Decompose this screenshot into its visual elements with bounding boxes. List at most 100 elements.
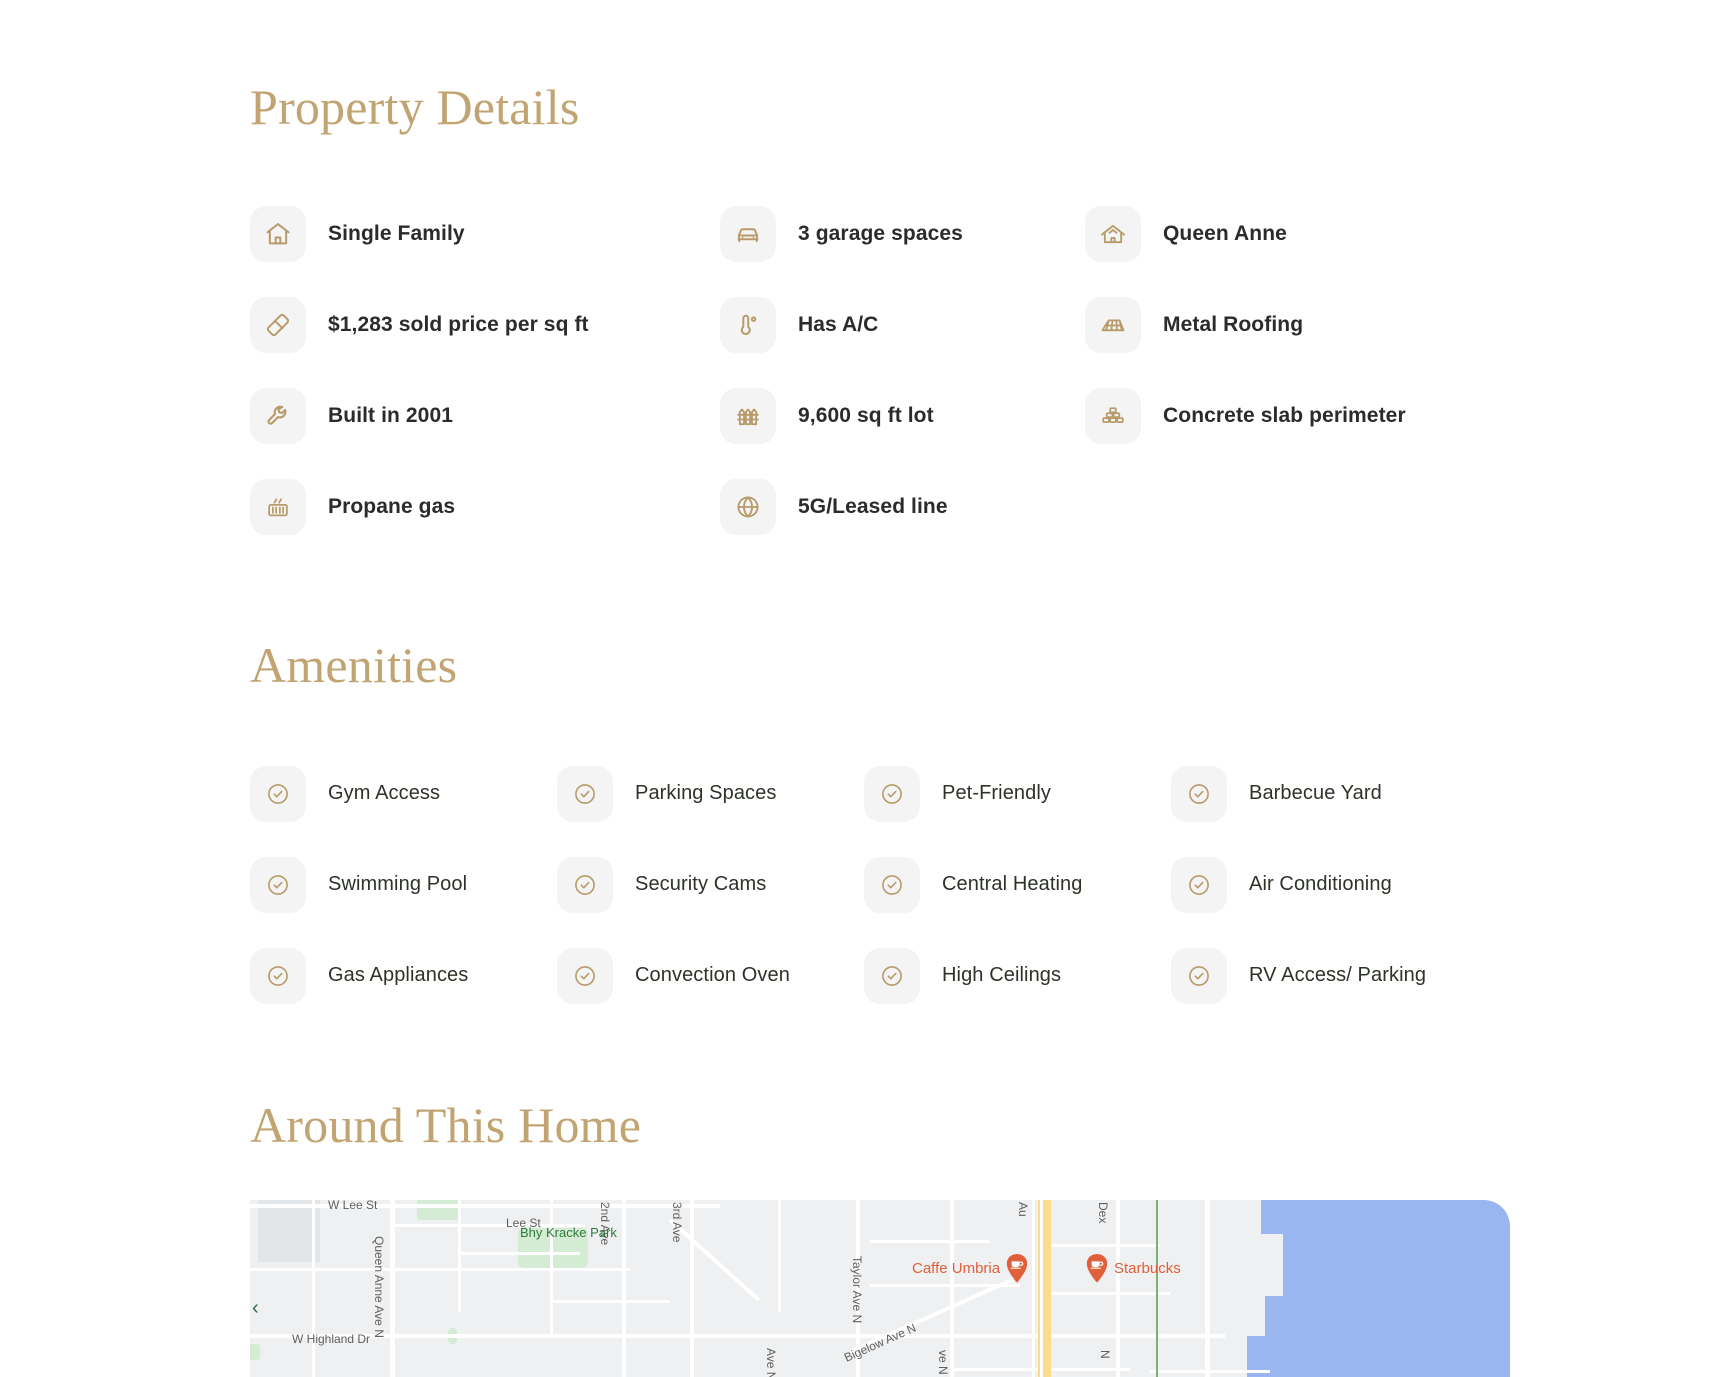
detail-item-foundation: Concrete slab perimeter bbox=[1085, 387, 1505, 444]
map-road bbox=[550, 1200, 553, 1334]
around-this-home-heading: Around This Home bbox=[250, 1097, 642, 1153]
map-poi-label: Starbucks bbox=[1114, 1260, 1181, 1277]
amenity-label: Security Cams bbox=[635, 873, 767, 895]
bricks-icon bbox=[1085, 387, 1141, 444]
property-details-heading: Property Details bbox=[250, 79, 580, 135]
map-road bbox=[1032, 1200, 1035, 1377]
detail-label: 3 garage spaces bbox=[798, 221, 963, 245]
detail-item-ac: Has A/C bbox=[720, 296, 1085, 353]
check-circle-icon bbox=[557, 856, 613, 913]
map-poi-starbucks[interactable]: Starbucks bbox=[1086, 1254, 1181, 1283]
globe-icon bbox=[720, 478, 776, 535]
map-road bbox=[458, 1200, 461, 1312]
detail-item-queen-anne: Queen Anne bbox=[1085, 205, 1505, 262]
detail-item-year-built: Built in 2001 bbox=[250, 387, 720, 444]
map-road bbox=[1040, 1292, 1170, 1295]
amenity-label: Swimming Pool bbox=[328, 873, 468, 895]
amenity-label: Convection Oven bbox=[635, 964, 790, 986]
map-street-label: 3rd Ave bbox=[670, 1202, 684, 1243]
roof-icon bbox=[1085, 296, 1141, 353]
property-details-section: Property Details Single Family 3 garage … bbox=[250, 82, 1550, 552]
map-shoreline bbox=[1225, 1296, 1265, 1336]
detail-item-garage: 3 garage spaces bbox=[720, 205, 1085, 262]
map-road bbox=[950, 1200, 954, 1377]
map-trail bbox=[1156, 1200, 1158, 1377]
house-outline-icon bbox=[1085, 205, 1141, 262]
map-road bbox=[870, 1240, 990, 1243]
amenity-label: Gym Access bbox=[328, 782, 441, 804]
amenities-heading: Amenities bbox=[250, 637, 458, 693]
amenity-label: RV Access/ Parking bbox=[1249, 964, 1427, 986]
check-circle-icon bbox=[250, 947, 306, 1004]
check-circle-icon bbox=[1171, 947, 1227, 1004]
map-shoreline bbox=[1225, 1234, 1283, 1296]
amenity-item-air-conditioning: Air Conditioning bbox=[1171, 856, 1478, 913]
amenity-label: Pet-Friendly bbox=[942, 782, 1052, 804]
amenities-grid: Gym Access Parking Spaces Pet-Friendly B… bbox=[250, 748, 1550, 1021]
amenity-label: High Ceilings bbox=[942, 964, 1062, 986]
coffee-pin-icon bbox=[1006, 1254, 1028, 1283]
ruler-icon bbox=[250, 296, 306, 353]
amenity-item-swimming-pool: Swimming Pool bbox=[250, 856, 557, 913]
map-street-label: Ave N bbox=[764, 1348, 778, 1377]
detail-label: 9,600 sq ft lot bbox=[798, 403, 934, 427]
amenity-label: Barbecue Yard bbox=[1249, 782, 1382, 804]
map-road bbox=[778, 1200, 781, 1312]
map-container[interactable]: W Lee St Lee St Queen Anne Ave N 2nd Ave… bbox=[250, 1200, 1510, 1377]
check-circle-icon bbox=[557, 765, 613, 822]
map-park-label: Bhy Kracke Park bbox=[520, 1225, 617, 1240]
house-icon bbox=[250, 205, 306, 262]
map-road bbox=[390, 1200, 395, 1377]
detail-label: Metal Roofing bbox=[1163, 312, 1304, 336]
map-park-area bbox=[250, 1344, 260, 1360]
detail-label: Single Family bbox=[328, 221, 465, 245]
amenities-section: Amenities Gym Access Parking Spaces Pet-… bbox=[250, 640, 1550, 1021]
detail-label: Propane gas bbox=[328, 494, 456, 518]
detail-item-gas: Propane gas bbox=[250, 478, 720, 535]
amenity-item-central-heating: Central Heating bbox=[864, 856, 1171, 913]
detail-label: Concrete slab perimeter bbox=[1163, 403, 1406, 427]
map-shoreline bbox=[1225, 1200, 1261, 1234]
around-this-home-section: Around This Home W Lee St Lee St Queen A… bbox=[250, 1100, 1550, 1377]
detail-label: 5G/Leased line bbox=[798, 494, 948, 518]
map-poi-label: Caffe Umbria bbox=[912, 1260, 1001, 1277]
map-road bbox=[250, 1334, 1225, 1338]
amenity-item-high-ceilings: High Ceilings bbox=[864, 947, 1171, 1004]
coffee-pin-icon bbox=[1086, 1254, 1108, 1283]
amenity-item-gym-access: Gym Access bbox=[250, 765, 557, 822]
check-circle-icon bbox=[864, 947, 920, 1004]
map-road bbox=[1040, 1244, 1160, 1247]
map-street-label: N bbox=[1098, 1350, 1112, 1359]
amenity-label: Central Heating bbox=[942, 873, 1083, 895]
amenity-item-convection-oven: Convection Oven bbox=[557, 947, 864, 1004]
map-road bbox=[460, 1252, 580, 1255]
amenity-label: Parking Spaces bbox=[635, 782, 777, 804]
map-poi-caffe-umbria[interactable]: Caffe Umbria bbox=[912, 1254, 1028, 1283]
map-road bbox=[1116, 1200, 1120, 1377]
car-icon bbox=[720, 205, 776, 262]
map-road bbox=[550, 1300, 670, 1303]
radiator-icon bbox=[250, 478, 306, 535]
detail-item-roofing: Metal Roofing bbox=[1085, 296, 1505, 353]
property-details-grid: Single Family 3 garage spaces Queen Anne… bbox=[250, 188, 1550, 552]
check-circle-icon bbox=[1171, 856, 1227, 913]
amenity-item-barbecue-yard: Barbecue Yard bbox=[1171, 765, 1478, 822]
map-canvas[interactable]: W Lee St Lee St Queen Anne Ave N 2nd Ave… bbox=[250, 1200, 1510, 1377]
detail-item-lot-size: 9,600 sq ft lot bbox=[720, 387, 1085, 444]
amenity-item-gas-appliances: Gas Appliances bbox=[250, 947, 557, 1004]
map-road bbox=[250, 1204, 720, 1208]
amenity-item-pet-friendly: Pet-Friendly bbox=[864, 765, 1171, 822]
detail-label: Has A/C bbox=[798, 312, 879, 336]
detail-item-single-family: Single Family bbox=[250, 205, 720, 262]
check-circle-icon bbox=[250, 765, 306, 822]
check-circle-icon bbox=[864, 856, 920, 913]
detail-label: $1,283 sold price per sq ft bbox=[328, 312, 589, 336]
map-street-label: W Highland Dr bbox=[292, 1332, 371, 1346]
map-road-centerline bbox=[1040, 1200, 1043, 1377]
map-street-label: Au bbox=[1016, 1202, 1030, 1217]
detail-label: Queen Anne bbox=[1163, 221, 1287, 245]
detail-item-price-per-sqft: $1,283 sold price per sq ft bbox=[250, 296, 720, 353]
map-prev-arrow-icon[interactable]: ‹ bbox=[252, 1298, 266, 1318]
check-circle-icon bbox=[864, 765, 920, 822]
property-listing-page: Property Details Single Family 3 garage … bbox=[0, 0, 1725, 1377]
